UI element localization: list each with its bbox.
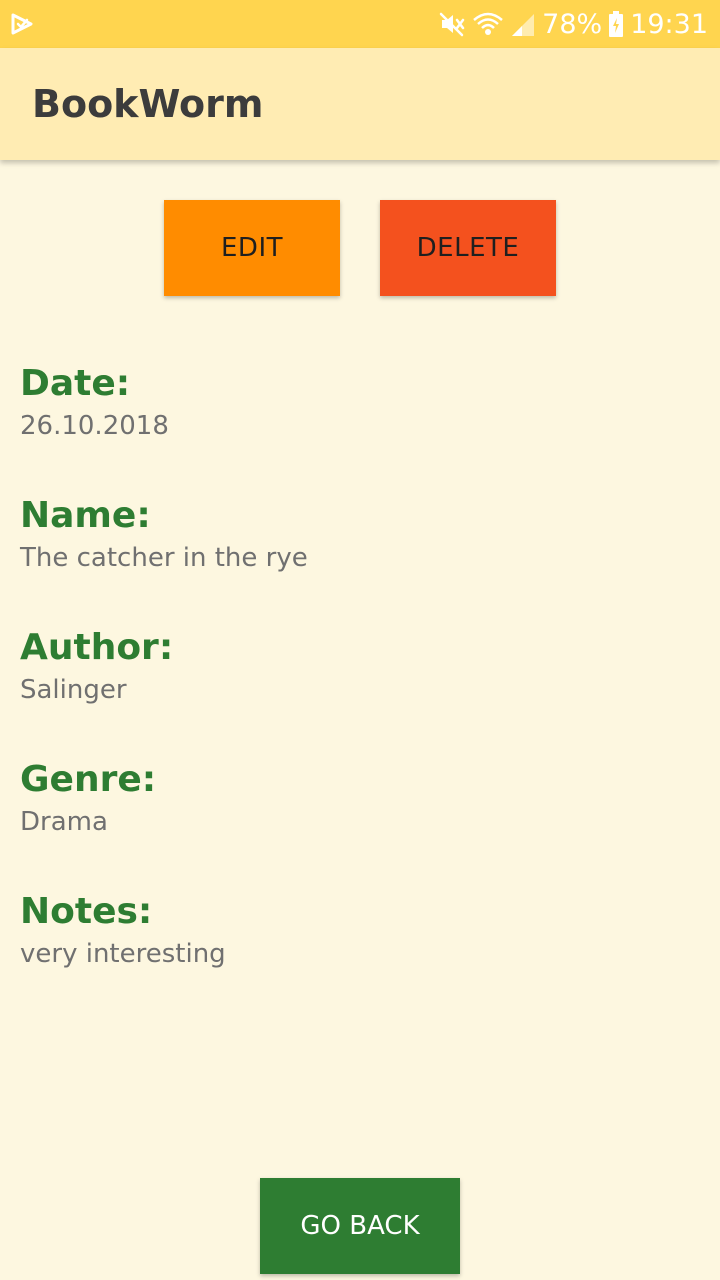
date-value: 26.10.2018 <box>20 411 169 441</box>
clock: 19:31 <box>630 8 708 40</box>
battery-charging-icon <box>609 11 624 37</box>
mute-icon <box>439 12 465 37</box>
notes-value: very interesting <box>20 939 226 969</box>
author-value: Salinger <box>20 675 127 705</box>
name-field: Name: The catcher in the rye <box>20 494 308 576</box>
name-value: The catcher in the rye <box>20 543 308 573</box>
genre-label: Genre: <box>20 759 157 800</box>
status-bar: 78% 19:31 <box>0 0 720 48</box>
author-label: Author: <box>20 627 174 668</box>
app-bar: BookWorm <box>0 48 720 160</box>
delete-button[interactable]: DELETE <box>380 200 556 296</box>
author-field: Author: Salinger <box>20 626 173 708</box>
notes-field: Notes: very interesting <box>20 890 226 972</box>
signal-icon <box>512 14 535 36</box>
wifi-icon <box>473 12 503 35</box>
genre-value: Drama <box>20 807 108 837</box>
app-title: BookWorm <box>32 82 264 126</box>
date-label: Date: <box>20 363 131 404</box>
notification-icon <box>11 13 33 35</box>
go-back-button[interactable]: GO BACK <box>260 1178 460 1274</box>
edit-button[interactable]: EDIT <box>164 200 340 296</box>
status-icons: 78% 19:31 <box>438 0 708 48</box>
battery-percentage: 78% <box>542 8 603 40</box>
notes-label: Notes: <box>20 891 153 932</box>
name-label: Name: <box>20 495 151 536</box>
date-field: Date: 26.10.2018 <box>20 362 169 444</box>
genre-field: Genre: Drama <box>20 758 156 840</box>
